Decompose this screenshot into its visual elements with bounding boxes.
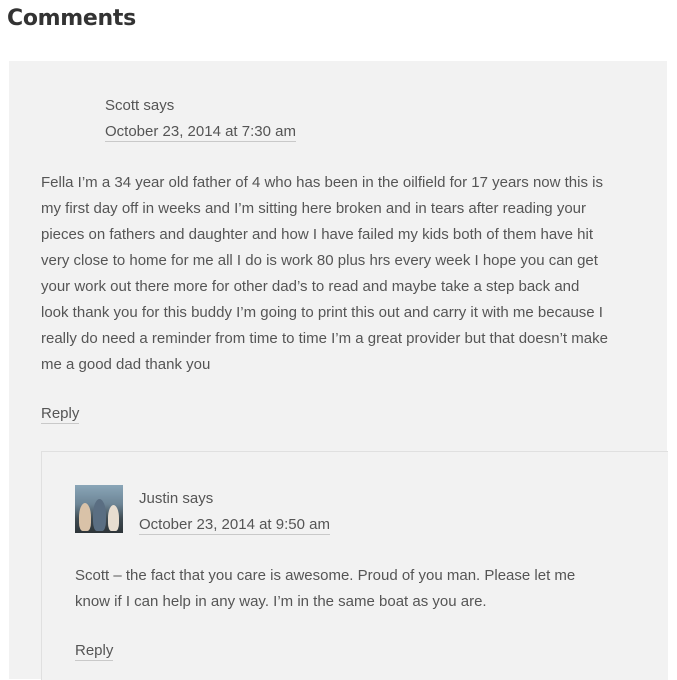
comment-line: pieces on fathers and daughter and how I… [41, 226, 594, 243]
comment-line: me a good dad thank you [41, 356, 211, 373]
reply-button[interactable]: Reply [41, 405, 80, 424]
comments-heading: Comments [7, 6, 136, 31]
avatar-figure [79, 503, 91, 531]
comment-line: your work out there more for other dad’s… [41, 278, 580, 295]
comment-author: Scott says [105, 97, 174, 114]
comment-line: my first day off in weeks and I’m sittin… [41, 200, 586, 217]
avatar-figure [108, 505, 119, 531]
comment-line: very close to home for me all I do is wo… [41, 252, 598, 269]
comment-scott: Scott says October 23, 2014 at 7:30 am F… [9, 61, 668, 680]
comment-body: Scott – the fact that you care is awesom… [75, 563, 575, 615]
author-name[interactable]: Scott [105, 97, 139, 114]
comment-line: know if I can help in any way. I’m in th… [75, 593, 487, 610]
comment-author: Justin says [139, 490, 213, 507]
says-label: says [143, 97, 175, 114]
comment-justin: Justin says October 23, 2014 at 9:50 am … [41, 451, 668, 680]
author-name[interactable]: Justin [139, 490, 178, 507]
comment-date-link[interactable]: October 23, 2014 at 7:30 am [105, 123, 296, 142]
comment-line: Scott – the fact that you care is awesom… [75, 567, 576, 584]
reply-button[interactable]: Reply [75, 642, 114, 661]
comment-body: Fella I’m a 34 year old father of 4 who … [41, 170, 608, 378]
comment-date-link[interactable]: October 23, 2014 at 9:50 am [139, 516, 330, 535]
comment-line: really do need a reminder from time to t… [41, 330, 608, 347]
avatar-figure [93, 499, 106, 531]
avatar [75, 485, 123, 533]
says-label: says [182, 490, 214, 507]
comment-line: Fella I’m a 34 year old father of 4 who … [41, 174, 603, 191]
comment-line: look thank you for this buddy I’m going … [41, 304, 603, 321]
